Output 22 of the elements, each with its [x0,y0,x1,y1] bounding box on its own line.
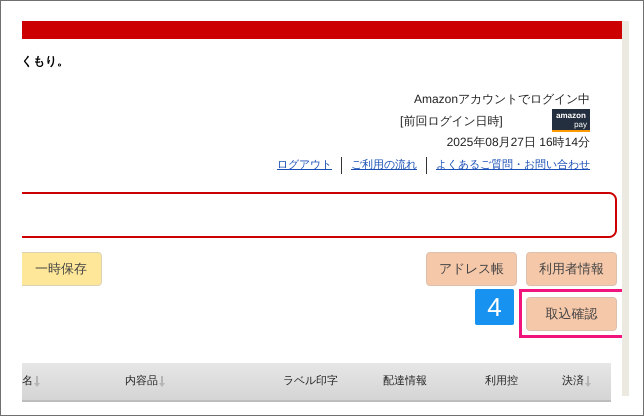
column-header[interactable]: 決済 [562,373,584,390]
last-login-time: 2025年08月27日 16時14分 [446,134,590,151]
column-header[interactable]: 利用控 [485,373,518,390]
action-button[interactable]: アドレス帳 [426,252,517,286]
sort-icon [34,376,40,387]
step-badge: 4 [475,289,514,325]
import-confirm-button[interactable]: 取込確認 [526,296,617,330]
login-status: Amazonアカウントでログイン中 [414,91,590,108]
action-button[interactable]: 利用者情報 [526,252,617,286]
nav-link[interactable]: よくあるご質問・お問い合わせ [436,155,590,175]
column-header[interactable]: 配達情報 [383,373,427,390]
sort-icon [585,376,591,387]
save-button[interactable]: 一時保存 [22,252,102,286]
last-login-label: [前回ログイン日時] [400,112,503,130]
column-header[interactable]: 内容品 [125,373,158,390]
column-header[interactable]: 名 [22,373,33,390]
nav-link[interactable]: ご利用の流れ [351,155,417,175]
notice-text: くもり。 [21,53,69,70]
amazon-pay-logo: amazon pay [552,109,590,132]
nav-link[interactable]: ログアウト [277,155,332,175]
sort-icon [159,376,165,387]
column-header[interactable]: ラベル印字 [283,373,338,390]
